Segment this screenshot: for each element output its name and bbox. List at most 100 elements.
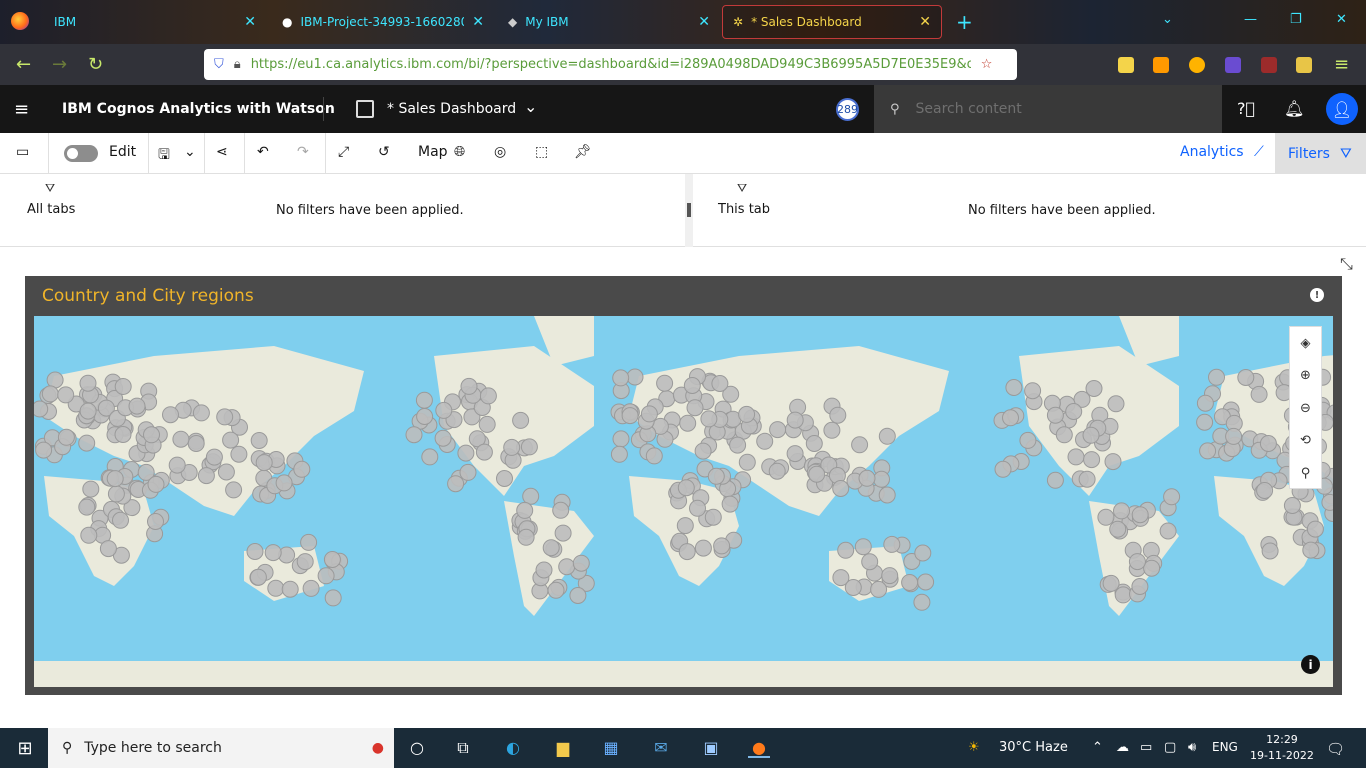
close-tab-icon[interactable]: ✕ bbox=[698, 14, 710, 30]
redo-icon[interactable]: ↷ bbox=[297, 144, 309, 160]
cortana-icon[interactable]: ○ bbox=[406, 738, 428, 758]
minimize-button[interactable]: — bbox=[1244, 12, 1257, 27]
url-text[interactable]: https://eu1.ca.analytics.ibm.com/bi/?per… bbox=[251, 57, 971, 72]
all-tabs-message: No filters have been applied. bbox=[276, 203, 464, 218]
system-clock[interactable]: 12:29 19-11-2022 bbox=[1250, 732, 1314, 764]
restore-button[interactable]: ❐ bbox=[1290, 12, 1302, 27]
dashboard-title[interactable]: * Sales Dashboard bbox=[387, 101, 516, 117]
battery-icon[interactable]: ▭ bbox=[1140, 740, 1152, 755]
globe-icon[interactable]: 🌐︎ bbox=[454, 144, 465, 160]
close-tab-icon[interactable]: ✕ bbox=[919, 14, 931, 30]
map-info-icon[interactable]: i bbox=[1301, 655, 1320, 674]
firefox-taskbar-icon[interactable]: ● bbox=[748, 738, 770, 758]
forward-icon[interactable]: → bbox=[52, 54, 67, 75]
city-point bbox=[114, 426, 132, 443]
undo-icon[interactable]: ↶ bbox=[257, 144, 269, 160]
close-window-button[interactable]: ✕ bbox=[1336, 12, 1347, 27]
city-point bbox=[405, 426, 423, 444]
city-point bbox=[478, 415, 496, 433]
volume-icon[interactable]: 🔊︎ bbox=[1188, 740, 1196, 755]
task-view-icon[interactable]: ⧉ bbox=[452, 738, 474, 758]
search-icon[interactable]: ⚲ bbox=[1290, 457, 1321, 490]
filters-button[interactable]: Filters ⛛ bbox=[1275, 133, 1366, 174]
back-icon[interactable]: ← bbox=[16, 54, 31, 75]
file-explorer-icon[interactable]: ▆ bbox=[552, 738, 574, 758]
tab-list-icon[interactable]: ⌄ bbox=[1162, 12, 1173, 27]
windows-taskbar: ⊞ ⚲ Type here to search ● ○ ⧉ ◐ ▆ ▦ ✉ ▣ … bbox=[0, 728, 1366, 768]
close-tab-icon[interactable]: ✕ bbox=[244, 14, 256, 30]
analytics-label: Analytics bbox=[1180, 144, 1244, 160]
user-avatar[interactable]: 👤︎ bbox=[1326, 93, 1358, 125]
microsoft-store-icon[interactable]: ▦ bbox=[600, 738, 622, 758]
windows-start-icon[interactable]: ⊞ bbox=[14, 738, 36, 759]
city-point bbox=[1131, 578, 1149, 595]
world-map[interactable] bbox=[34, 316, 1333, 687]
chevron-down-icon[interactable]: ⌄ bbox=[524, 97, 537, 116]
pocket-icon[interactable] bbox=[1118, 57, 1134, 73]
close-tab-icon[interactable]: ✕ bbox=[472, 14, 484, 30]
zoom-in-icon[interactable]: ⊕ bbox=[1290, 360, 1321, 393]
notifications-bell-icon[interactable]: 🔔︎ bbox=[1284, 99, 1304, 119]
weather-text[interactable]: 30°C Haze bbox=[999, 740, 1068, 755]
city-point bbox=[1005, 379, 1023, 396]
notification-count-badge[interactable]: 289 bbox=[836, 98, 859, 121]
browser-tab-my-ibm[interactable]: ◆ My IBM ✕ bbox=[498, 5, 720, 39]
extension-desc-icon[interactable] bbox=[1261, 57, 1277, 73]
city-point bbox=[205, 448, 223, 466]
resize-handle[interactable] bbox=[687, 203, 691, 217]
focus-icon[interactable]: ◎ bbox=[494, 144, 506, 160]
browser-tab-ibm[interactable]: IBM ✕ bbox=[44, 5, 266, 39]
amazon-icon[interactable] bbox=[1153, 57, 1169, 73]
map-visualization-label[interactable]: Map bbox=[418, 144, 448, 160]
city-point bbox=[881, 567, 899, 585]
city-point bbox=[535, 561, 553, 579]
language-indicator[interactable]: ENG bbox=[1212, 740, 1238, 754]
city-point bbox=[711, 375, 729, 392]
bookmark-star-icon[interactable]: ☆ bbox=[981, 57, 993, 72]
browser-tab-github[interactable]: ● IBM-Project-34993-16602803977 ✕ bbox=[272, 5, 494, 39]
save-icon[interactable]: 🖫︎ bbox=[158, 144, 170, 168]
layers-icon[interactable]: ◈ bbox=[1290, 327, 1321, 360]
menu-icon[interactable]: ≡ bbox=[1334, 54, 1349, 75]
pin-icon[interactable]: 📌︎ bbox=[574, 144, 592, 160]
extension-k-icon[interactable] bbox=[1296, 57, 1312, 73]
refresh-icon[interactable]: ↺ bbox=[378, 144, 390, 160]
reset-icon[interactable]: ⟲ bbox=[1290, 425, 1321, 458]
tray-chevron-icon[interactable]: ⌃ bbox=[1092, 740, 1103, 755]
save-dropdown-chevron-icon[interactable]: ⌄ bbox=[184, 144, 196, 160]
city-point bbox=[626, 368, 644, 386]
city-point bbox=[694, 442, 712, 460]
hamburger-menu-icon[interactable]: ≡ bbox=[14, 99, 29, 120]
mail-icon[interactable]: ✉ bbox=[650, 738, 672, 758]
search-input[interactable] bbox=[915, 101, 1206, 117]
all-tabs-label: All tabs bbox=[27, 202, 76, 217]
help-icon[interactable]: ?⃝ bbox=[1236, 99, 1256, 119]
content-search[interactable]: ⚲ bbox=[874, 85, 1222, 133]
notification-center-icon[interactable]: 🗨︎ bbox=[1326, 740, 1345, 758]
select-region-icon[interactable]: ⬚ bbox=[535, 144, 548, 160]
address-bar[interactable]: ⛉ 🔒︎ https://eu1.ca.analytics.ibm.com/bi… bbox=[204, 49, 1017, 80]
clock-date: 19-11-2022 bbox=[1250, 749, 1314, 762]
city-point bbox=[421, 448, 439, 466]
city-point bbox=[1250, 385, 1268, 403]
zoom-out-icon[interactable]: ⊖ bbox=[1290, 392, 1321, 425]
expand-icon[interactable]: ⤢ bbox=[338, 144, 349, 160]
network-icon[interactable]: ☁ bbox=[1116, 740, 1129, 755]
reload-icon[interactable]: ↻ bbox=[88, 54, 103, 75]
desktop-app-icon[interactable]: ▣ bbox=[700, 738, 722, 758]
browser-tab-sales-dashboard[interactable]: ✲ * Sales Dashboard ✕ bbox=[722, 5, 942, 39]
city-point bbox=[230, 445, 248, 463]
edge-icon[interactable]: ◐ bbox=[502, 738, 524, 758]
collapse-icon[interactable]: ⤡ bbox=[1340, 254, 1353, 274]
extension-d-icon[interactable] bbox=[1225, 57, 1241, 73]
display-icon[interactable]: ▢ bbox=[1164, 740, 1176, 755]
taskbar-search[interactable]: ⚲ Type here to search ● bbox=[48, 728, 394, 768]
extension-icon[interactable] bbox=[1189, 57, 1205, 73]
share-icon[interactable]: ⋖ bbox=[216, 144, 228, 160]
widget-info-icon[interactable]: ! bbox=[1310, 288, 1324, 302]
city-point bbox=[475, 443, 493, 461]
analytics-button[interactable]: Analytics ⟋ bbox=[1180, 144, 1264, 160]
comments-icon[interactable]: ▭ bbox=[16, 144, 29, 160]
city-point bbox=[1159, 522, 1177, 540]
new-tab-button[interactable]: + bbox=[956, 10, 973, 34]
